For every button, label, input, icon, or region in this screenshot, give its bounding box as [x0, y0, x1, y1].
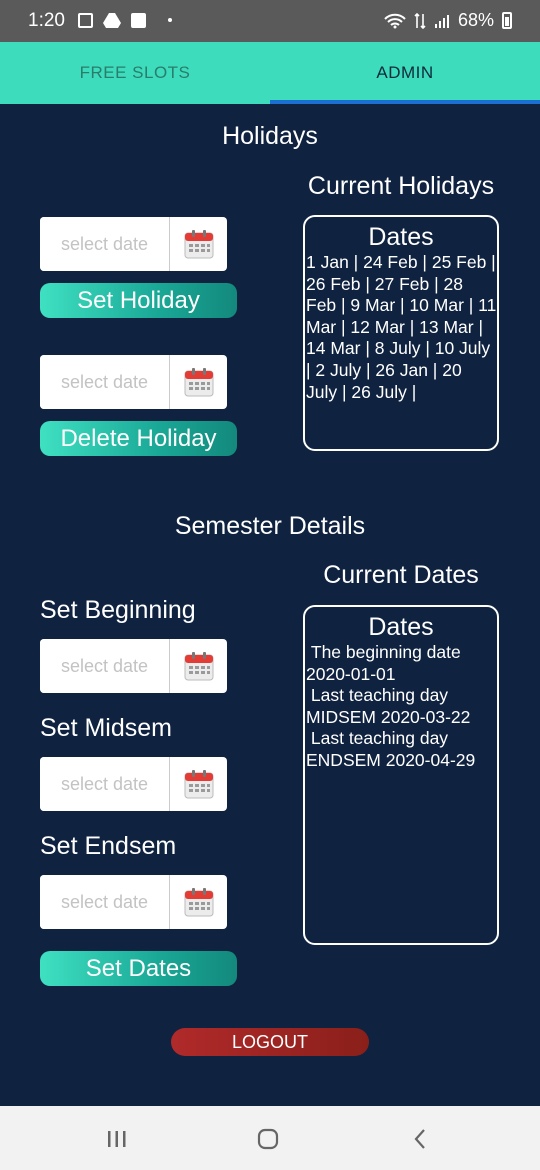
tab-free-slots[interactable]: FREE SLOTS	[0, 42, 270, 104]
calendar-icon[interactable]	[170, 639, 227, 693]
check-icon	[131, 12, 146, 28]
calendar-icon[interactable]	[170, 757, 227, 811]
holidays-dates-list: 1 Jan | 24 Feb | 25 Feb | 26 Feb | 27 Fe…	[306, 252, 497, 402]
signal-icon	[434, 14, 449, 28]
tab-bar: FREE SLOTS ADMIN	[0, 42, 540, 104]
current-holidays-heading: Current Holidays	[307, 172, 495, 200]
semester-dates-list: The beginning date 2020-01-01 Last teach…	[306, 642, 476, 770]
battery-percent: 68%	[457, 10, 494, 30]
semester-dates-panel: Dates The beginning date 2020-01-01 Last…	[303, 605, 499, 945]
status-time: 1:20	[28, 10, 65, 31]
holidays-heading: Holidays	[222, 122, 318, 150]
midsem-date-input[interactable]	[40, 757, 170, 811]
set-holiday-date-input[interactable]	[40, 217, 170, 271]
holidays-panel: Dates 1 Jan | 24 Feb | 25 Feb | 26 Feb |…	[303, 215, 499, 451]
status-bar: 1:20 68%	[0, 0, 540, 42]
data-icon	[414, 12, 426, 29]
status-right: 68%	[384, 10, 512, 31]
system-nav-bar	[0, 1106, 540, 1170]
midsem-date-picker	[40, 757, 227, 811]
delete-holiday-date-picker	[40, 355, 227, 409]
logout-button[interactable]: LOGOUT	[171, 1028, 369, 1056]
beginning-date-picker	[40, 639, 227, 693]
set-midsem-label: Set Midsem	[40, 714, 172, 742]
holidays-panel-title: Dates	[368, 223, 434, 251]
semester-heading: Semester Details	[174, 512, 366, 540]
semester-panel-title: Dates	[368, 613, 434, 641]
tab-admin[interactable]: ADMIN	[270, 42, 540, 104]
gallery-icon	[78, 12, 93, 28]
calendar-icon[interactable]	[170, 355, 227, 409]
drive-icon	[103, 13, 121, 28]
set-dates-button[interactable]: Set Dates	[40, 951, 237, 986]
back-icon[interactable]	[405, 1124, 435, 1154]
set-holiday-button[interactable]: Set Holiday	[40, 283, 237, 318]
battery-icon	[502, 12, 512, 29]
endsem-date-input[interactable]	[40, 875, 170, 929]
endsem-date-picker	[40, 875, 227, 929]
calendar-icon[interactable]	[170, 875, 227, 929]
set-endsem-label: Set Endsem	[40, 832, 177, 860]
delete-holiday-button[interactable]: Delete Holiday	[40, 421, 237, 456]
beginning-date-input[interactable]	[40, 639, 170, 693]
current-dates-heading: Current Dates	[323, 561, 479, 589]
delete-holiday-date-input[interactable]	[40, 355, 170, 409]
notification-icons	[78, 12, 172, 28]
set-holiday-date-picker	[40, 217, 227, 271]
set-beginning-label: Set Beginning	[40, 596, 196, 624]
more-dot-icon	[168, 18, 172, 22]
wifi-icon	[384, 13, 406, 28]
calendar-icon[interactable]	[170, 217, 227, 271]
home-icon[interactable]	[253, 1124, 283, 1154]
recent-apps-icon[interactable]	[102, 1124, 132, 1154]
